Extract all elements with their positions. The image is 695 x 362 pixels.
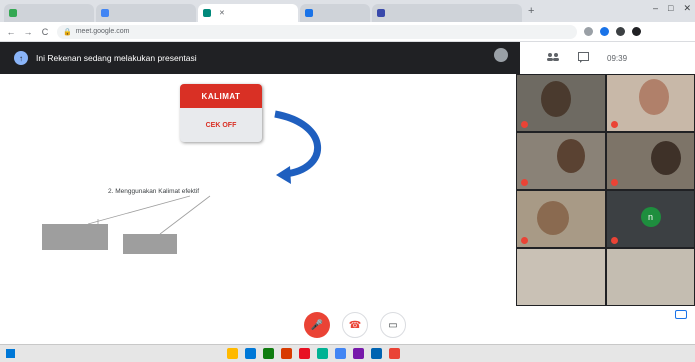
browser-tab[interactable] — [300, 4, 370, 22]
participant-tile[interactable] — [516, 132, 606, 190]
end-call-button[interactable]: ☎ — [342, 312, 368, 338]
new-tab-icon[interactable]: + — [528, 5, 534, 17]
meet-top-toolbar: 09:39 — [520, 42, 695, 74]
reload-icon[interactable]: C — [40, 27, 50, 37]
mic-off-icon — [611, 121, 618, 128]
participant-video — [639, 79, 669, 115]
profile-avatar[interactable] — [632, 27, 641, 36]
presentation-text: Ini Rekenan sedang melakukan presentasi — [36, 53, 197, 63]
windows-start-icon[interactable] — [6, 349, 15, 358]
mic-off-icon — [521, 179, 528, 186]
people-icon[interactable] — [546, 52, 560, 64]
participant-video — [557, 139, 585, 173]
os-taskbar — [0, 344, 695, 362]
taskbar-app-icon[interactable] — [227, 348, 238, 359]
participant-tile[interactable] — [516, 248, 606, 306]
lock-icon: 🔒 — [63, 28, 72, 36]
phone-hangup-icon: ☎ — [348, 319, 362, 331]
browser-tab-active[interactable]: ✕ — [198, 4, 298, 22]
taskbar-app-icon[interactable] — [281, 348, 292, 359]
back-icon[interactable]: ← — [6, 27, 16, 37]
chat-icon[interactable] — [578, 51, 589, 65]
arrow-head-icon — [276, 166, 291, 184]
extension-icon[interactable] — [616, 27, 625, 36]
calendar-header: KALIMAT — [180, 84, 262, 108]
participant-tile[interactable] — [606, 132, 695, 190]
taskbar-app-icon[interactable] — [263, 348, 274, 359]
browser-tab[interactable] — [4, 4, 94, 22]
forward-icon[interactable]: → — [23, 27, 33, 37]
window-controls: – □ ✕ — [653, 3, 691, 14]
presentation-slide: KALIMAT CEK OFF 2. Menggunakan Kalimat e… — [0, 74, 516, 306]
taskbar-app-icon[interactable] — [245, 348, 256, 359]
browser-tab-strip: ✕ + – □ ✕ — [0, 0, 695, 22]
camera-toggle-button[interactable]: ▭ — [380, 312, 406, 338]
calendar-illustration: KALIMAT CEK OFF — [180, 84, 262, 142]
maximize-icon[interactable]: □ — [668, 3, 673, 14]
connector-line — [87, 195, 191, 225]
presenting-status[interactable] — [675, 310, 687, 321]
participant-tile[interactable] — [606, 74, 695, 132]
close-icon[interactable]: ✕ — [219, 9, 225, 17]
participant-grid: n — [516, 74, 695, 306]
participant-video — [537, 201, 569, 235]
extension-icon[interactable] — [600, 27, 609, 36]
tab-favicon-icon — [203, 9, 211, 17]
slide-box-right — [123, 234, 177, 254]
curved-arrow-icon — [274, 110, 322, 178]
camera-icon: ▭ — [388, 319, 398, 331]
tab-favicon-icon — [9, 9, 17, 17]
taskbar-app-icon[interactable] — [317, 348, 328, 359]
participant-video — [651, 141, 681, 175]
browser-tab[interactable] — [372, 4, 522, 22]
taskbar-apps — [227, 348, 400, 359]
participant-tile[interactable] — [516, 190, 606, 248]
taskbar-app-icon[interactable] — [371, 348, 382, 359]
mic-toggle-button[interactable]: 🎤 — [304, 312, 330, 338]
present-icon: ↑ — [14, 51, 28, 65]
presenter-chip[interactable] — [494, 48, 512, 62]
taskbar-app-icon[interactable] — [389, 348, 400, 359]
tab-favicon-icon — [101, 9, 109, 17]
browser-tab[interactable] — [96, 4, 196, 22]
connector-line — [159, 195, 211, 235]
mic-off-icon: 🎤 — [310, 319, 324, 331]
avatar: n — [640, 207, 661, 227]
url-text: meet.google.com — [75, 28, 130, 35]
clock-time: 09:39 — [607, 53, 628, 63]
mic-off-icon — [611, 179, 618, 186]
meeting-controls: 🎤 ☎ ▭ — [0, 306, 695, 344]
address-bar-row: ← → C 🔒 meet.google.com — [0, 22, 695, 42]
extension-icon[interactable] — [584, 27, 593, 36]
minimize-icon[interactable]: – — [653, 3, 658, 14]
tab-favicon-icon — [305, 9, 313, 17]
tab-favicon-icon — [377, 9, 385, 17]
address-input[interactable]: 🔒 meet.google.com — [57, 24, 577, 39]
participant-tile[interactable] — [606, 248, 695, 306]
participant-video — [541, 81, 571, 117]
taskbar-app-icon[interactable] — [299, 348, 310, 359]
slide-box-left — [42, 224, 108, 250]
avatar — [494, 48, 508, 62]
mic-off-icon — [521, 121, 528, 128]
mic-off-icon — [521, 237, 528, 244]
close-window-icon[interactable]: ✕ — [683, 3, 691, 14]
slide-caption: 2. Menggunakan Kalimat efektif — [108, 188, 200, 195]
taskbar-app-icon[interactable] — [335, 348, 346, 359]
calendar-body: CEK OFF — [205, 121, 237, 129]
screen: ✕ + – □ ✕ ← → C 🔒 meet.google.com ↑ Ini … — [0, 0, 695, 362]
meet-app: ↑ Ini Rekenan sedang melakukan presentas… — [0, 42, 695, 344]
mic-off-icon — [611, 237, 618, 244]
participant-tile[interactable]: n — [606, 190, 695, 248]
participant-tile[interactable] — [516, 74, 606, 132]
present-screen-icon — [675, 310, 687, 319]
presentation-banner: ↑ Ini Rekenan sedang melakukan presentas… — [0, 42, 520, 74]
taskbar-app-icon[interactable] — [353, 348, 364, 359]
